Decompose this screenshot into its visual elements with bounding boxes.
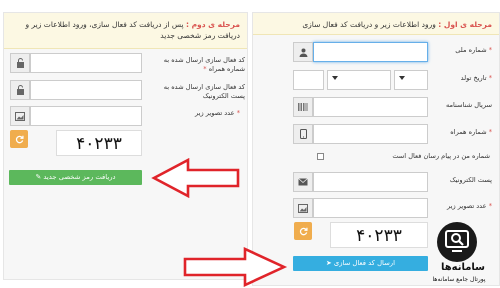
get-new-password-label: دریافت رمز شخصی جدید [43,173,116,181]
step2-captcha-label: * عدد تصویر زیر [152,109,240,118]
image-icon [15,111,25,121]
image-icon [298,203,308,213]
step2-image-addon [10,106,30,126]
envelope-icon [298,178,308,186]
sms-consent-text: شماره من در پیام رسان فعال است [392,152,490,160]
phone-text: شماره همراه [450,128,487,136]
step2-email-code-label: کد فعال سازی ارسال شده به پست الکترونیک [155,83,245,101]
step2-step-label: مرحله ی دوم : [185,20,240,29]
brand-name: سامانه‌ها [440,262,486,273]
email-text: پست الکترونیک [449,176,492,184]
sms-consent-label: شماره من در پیام رسان فعال است [330,152,490,161]
arrow-left-icon [151,158,240,198]
step2-captcha-image: ۴۰۲۳۳ [56,130,142,156]
phone-label: * شماره همراه [440,128,492,137]
step2-sms-lock-addon [10,53,30,73]
refresh-icon [299,227,308,235]
send-activation-code-label: ارسال کد فعال سازی [333,259,395,267]
send-icon: ➤ [326,259,332,267]
birth-year-select[interactable] [394,70,428,90]
get-new-password-button[interactable]: دریافت رمز شخصی جدید ✎ [9,170,142,185]
unlock-icon [16,58,24,68]
step1-refresh-captcha-button[interactable] [294,222,312,240]
step1-captcha-image: ۴۰۲۳۳ [330,222,428,248]
national-code-input[interactable] [313,42,428,66]
birth-month-select[interactable] [327,70,391,90]
step1-image-addon [293,198,313,218]
step1-captcha-input[interactable] [313,198,428,222]
required-mark: * [203,65,207,73]
brand-logo [437,222,477,262]
birth-day-input[interactable] [293,70,324,94]
step2-captcha-code: ۴۰۲۳۳ [76,134,122,154]
step2-header: مرحله ی دوم : پس از دریافت کد فعال سازی،… [4,13,247,49]
step1-instruction: ورود اطلاعات زیر و دریافت کد فعال سازی [302,20,436,29]
step2-captcha-text: عدد تصویر زیر [194,109,235,117]
email-label: پست الکترونیک [428,176,492,185]
arrow-right-icon [183,247,288,287]
required-mark: * [488,202,492,210]
refresh-icon [15,135,24,143]
email-input[interactable] [313,172,428,196]
id-serial-label: سریال شناسنامه [430,101,492,110]
user-icon [299,48,307,57]
step1-captcha-text: عدد تصویر زیر [446,202,487,210]
id-serial-input[interactable] [313,97,428,121]
required-mark: * [488,128,492,136]
sms-consent-checkbox[interactable] [317,153,324,160]
step2-refresh-captcha-button[interactable] [10,130,28,148]
required-mark: * [488,74,492,82]
email-addon [293,172,313,192]
step2-email-code-input[interactable] [30,80,142,104]
national-code-label: * شماره ملی [440,46,492,55]
step2-sms-code-input[interactable] [30,53,142,77]
unlock-icon [16,85,24,95]
step2-email-code-text: کد فعال سازی ارسال شده به پست الکترونیک [163,83,245,100]
birth-date-label: * تاریخ تولد [440,74,492,83]
search-monitor-icon [445,230,469,252]
required-mark: * [236,109,240,117]
step1-step-label: مرحله ی اول : [438,20,492,29]
step2-email-lock-addon [10,80,30,100]
step1-captcha-code: ۴۰۲۳۳ [356,226,402,246]
phone-input[interactable] [313,124,428,148]
key-icon: ✎ [35,173,42,181]
send-activation-code-button[interactable]: ارسال کد فعال سازی ➤ [293,256,428,271]
id-serial-addon [293,97,313,117]
mobile-icon [299,129,307,139]
step2-sms-code-label: کد فعال سازی ارسال شده به شماره همراه * [155,56,245,74]
step1-header: مرحله ی اول : ورود اطلاعات زیر و دریافت … [253,13,499,35]
chevron-down-icon [332,76,338,80]
step2-captcha-input[interactable] [30,106,142,130]
phone-addon [293,124,313,144]
step1-captcha-label: * عدد تصویر زیر [430,202,492,211]
id-serial-text: سریال شناسنامه [445,101,492,109]
birth-date-text: تاریخ تولد [460,74,487,82]
required-mark: * [488,46,492,54]
barcode-icon [298,103,308,111]
brand-tagline: پورتال جامع سامانه‌ها [432,276,486,283]
national-code-addon [293,42,313,62]
chevron-down-icon [399,76,405,80]
national-code-text: شماره ملی [455,46,487,54]
